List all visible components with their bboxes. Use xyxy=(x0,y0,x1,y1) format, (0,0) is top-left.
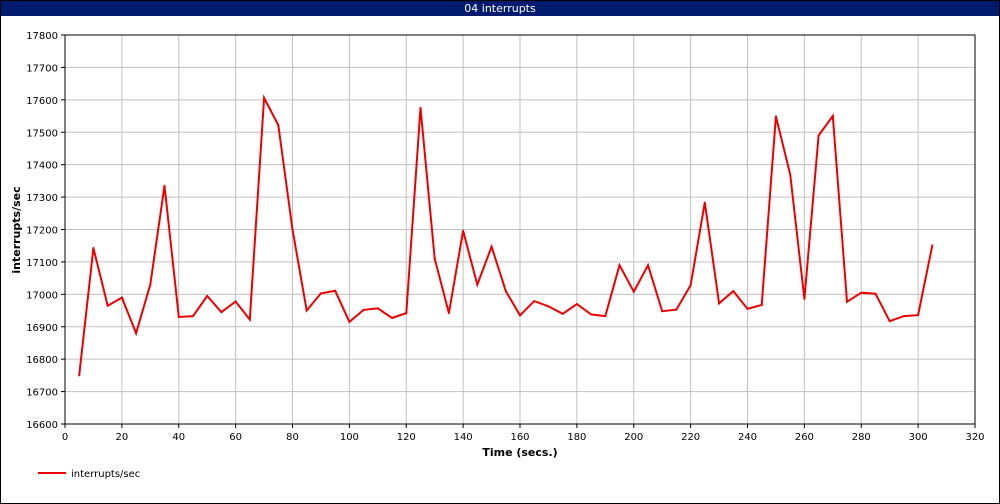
y-tick-label: 16900 xyxy=(26,323,58,334)
data-point xyxy=(177,316,180,318)
data-point xyxy=(462,229,465,232)
y-tick-label: 17200 xyxy=(26,226,58,237)
data-point xyxy=(789,173,792,176)
data-point xyxy=(661,310,664,313)
x-tick-label: 280 xyxy=(852,432,871,443)
line-chart: 16600 16700 16800 16900 17000 17100 17200 17300… xyxy=(10,31,985,480)
x-tick-label: 180 xyxy=(567,432,586,443)
x-tick-label: 240 xyxy=(738,432,757,443)
data-point xyxy=(718,302,721,305)
data-point xyxy=(277,124,280,127)
x-tick-label: 120 xyxy=(397,432,416,443)
x-axis-ticks: 0 20 40 60 80 100 120 140 160 180 200 220 240 260 280 3… xyxy=(62,424,985,443)
data-point xyxy=(248,318,251,321)
x-tick-label: 220 xyxy=(681,432,700,443)
y-tick-label: 17600 xyxy=(26,96,58,107)
y-tick-label: 17100 xyxy=(26,258,58,269)
data-point xyxy=(490,245,493,248)
grid xyxy=(64,34,976,425)
data-point xyxy=(348,320,351,323)
data-point xyxy=(334,289,337,292)
x-tick-label: 0 xyxy=(62,432,68,443)
y-tick-label: 17000 xyxy=(26,290,58,301)
x-tick-label: 300 xyxy=(909,432,928,443)
data-point xyxy=(917,314,920,317)
data-point xyxy=(746,307,749,310)
x-tick-label: 260 xyxy=(795,432,814,443)
y-tick-label: 17800 xyxy=(26,31,58,42)
data-point xyxy=(647,264,649,267)
data-point xyxy=(590,313,593,316)
data-point xyxy=(476,283,479,286)
data-point xyxy=(931,244,934,247)
data-point xyxy=(163,184,166,187)
x-tick-label: 320 xyxy=(965,432,984,443)
data-point xyxy=(78,374,81,377)
x-tick-label: 100 xyxy=(340,432,359,443)
x-tick-label: 160 xyxy=(510,432,529,443)
x-tick-label: 40 xyxy=(172,432,185,443)
data-point xyxy=(703,201,706,204)
y-tick-label: 16600 xyxy=(26,420,58,431)
data-point xyxy=(760,304,763,306)
data-point xyxy=(902,315,905,318)
x-tick-label: 60 xyxy=(229,432,242,443)
y-tick-label: 17700 xyxy=(26,63,58,74)
data-point xyxy=(561,312,564,315)
data-point xyxy=(575,303,578,306)
data-point xyxy=(206,295,209,297)
data-point xyxy=(632,290,635,293)
data-point xyxy=(362,308,365,311)
data-point xyxy=(846,300,848,303)
y-tick-label: 17400 xyxy=(26,161,58,172)
x-tick-label: 80 xyxy=(286,432,299,443)
data-point xyxy=(376,307,379,310)
data-point xyxy=(419,106,422,109)
data-point xyxy=(817,134,820,137)
y-tick-label: 16700 xyxy=(26,388,58,399)
x-tick-label: 140 xyxy=(454,432,473,443)
data-point xyxy=(675,308,678,311)
data-point xyxy=(135,332,138,335)
data-point xyxy=(888,320,891,323)
data-point xyxy=(519,314,521,317)
data-point xyxy=(504,290,507,293)
data-point xyxy=(405,312,408,315)
data-point xyxy=(106,304,109,307)
legend-label: interrupts/sec xyxy=(71,469,140,480)
data-point xyxy=(192,315,194,318)
data-point xyxy=(149,283,152,286)
data-point xyxy=(92,247,95,249)
data-point xyxy=(533,300,536,303)
x-tick-label: 200 xyxy=(624,432,643,443)
data-point xyxy=(391,317,393,319)
data-point xyxy=(547,305,550,308)
y-tick-label: 17300 xyxy=(26,193,58,204)
data-point xyxy=(689,284,692,287)
data-point xyxy=(319,292,322,295)
series-layer xyxy=(78,94,934,377)
x-tick-label: 20 xyxy=(116,432,129,443)
y-axis-label: interrupts/sec xyxy=(10,186,23,273)
data-point xyxy=(220,311,223,314)
data-point xyxy=(831,115,834,117)
data-point xyxy=(874,292,877,295)
data-point xyxy=(774,115,777,118)
y-tick-label: 17500 xyxy=(26,128,58,139)
data-point xyxy=(291,228,294,231)
data-point xyxy=(860,291,863,294)
data-point xyxy=(803,297,806,300)
data-point xyxy=(305,309,308,312)
y-tick-label: 16800 xyxy=(26,355,58,366)
data-point xyxy=(263,96,266,99)
data-point xyxy=(120,296,123,299)
y-axis-ticks: 16600 16700 16800 16900 17000 17100 17200 17300… xyxy=(26,31,65,431)
data-point xyxy=(433,257,436,260)
data-point xyxy=(732,290,735,293)
x-axis-label: Time (secs.) xyxy=(482,446,557,459)
data-point xyxy=(604,315,607,318)
data-point xyxy=(447,312,450,315)
data-point xyxy=(618,264,621,267)
data-point xyxy=(234,300,237,303)
